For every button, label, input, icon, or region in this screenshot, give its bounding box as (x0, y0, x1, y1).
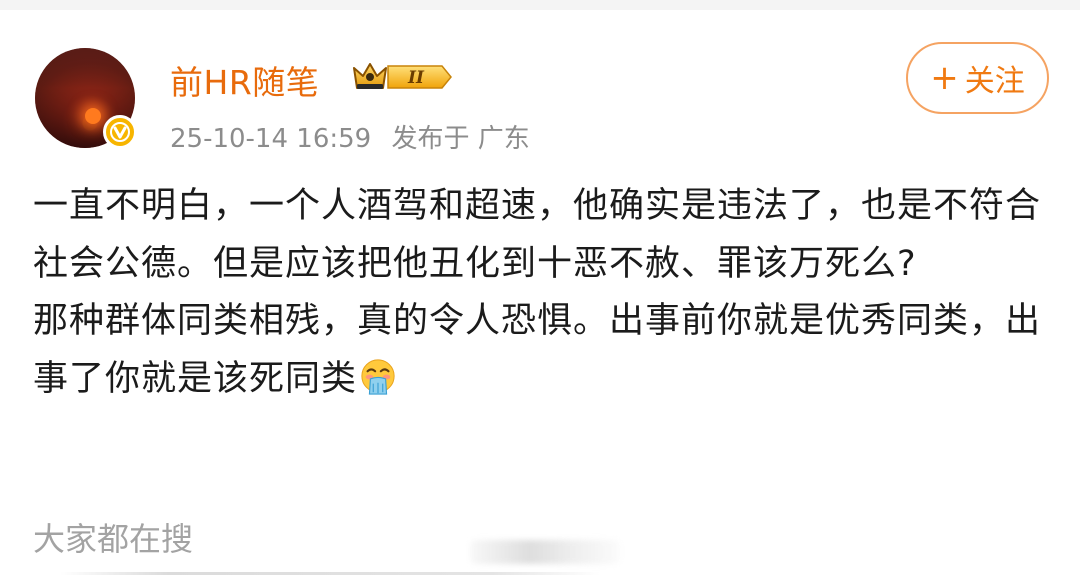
post-timestamp: 25-10-14 16:59 (170, 124, 372, 154)
post-paragraph: 一直不明白，一个人酒驾和超速，他确实是违法了，也是不符合社会公德。但是应该把他丑… (33, 186, 1042, 284)
post-paragraph: 那种群体同类相残，真的令人恐惧。出事前你就是优秀同类，出事了你就是该死同类 (33, 293, 1053, 408)
post-meta: 25-10-14 16:59 发布于 广东 (170, 118, 530, 155)
verified-icon (103, 115, 137, 149)
trending-search-title: 大家都在搜 (33, 520, 194, 558)
vomit-face-emoji-icon (361, 358, 395, 395)
weibo-post: 前HR随笔 II 25-10-14 16:59 发布于 广东 + 关注 一直不明… (0, 0, 1080, 575)
avatar-sun (85, 108, 101, 124)
follow-button[interactable]: + 关注 (906, 42, 1049, 114)
post-location: 发布于 广东 (391, 124, 530, 154)
trending-search-items[interactable] (470, 540, 620, 564)
post-content: 一直不明白，一个人酒驾和超速，他确实是违法了，也是不符合社会公德。但是应该把他丑… (33, 178, 1053, 408)
username[interactable]: 前HR随笔 (170, 56, 319, 104)
follow-label: 关注 (964, 64, 1025, 99)
vip-crown-icon[interactable]: II (350, 58, 454, 96)
plus-icon: + (930, 58, 959, 98)
post-paragraph-text: 那种群体同类相残，真的令人恐惧。出事前你就是优秀同类，出事了你就是该死同类 (33, 301, 1042, 399)
vip-level: II (407, 68, 425, 88)
